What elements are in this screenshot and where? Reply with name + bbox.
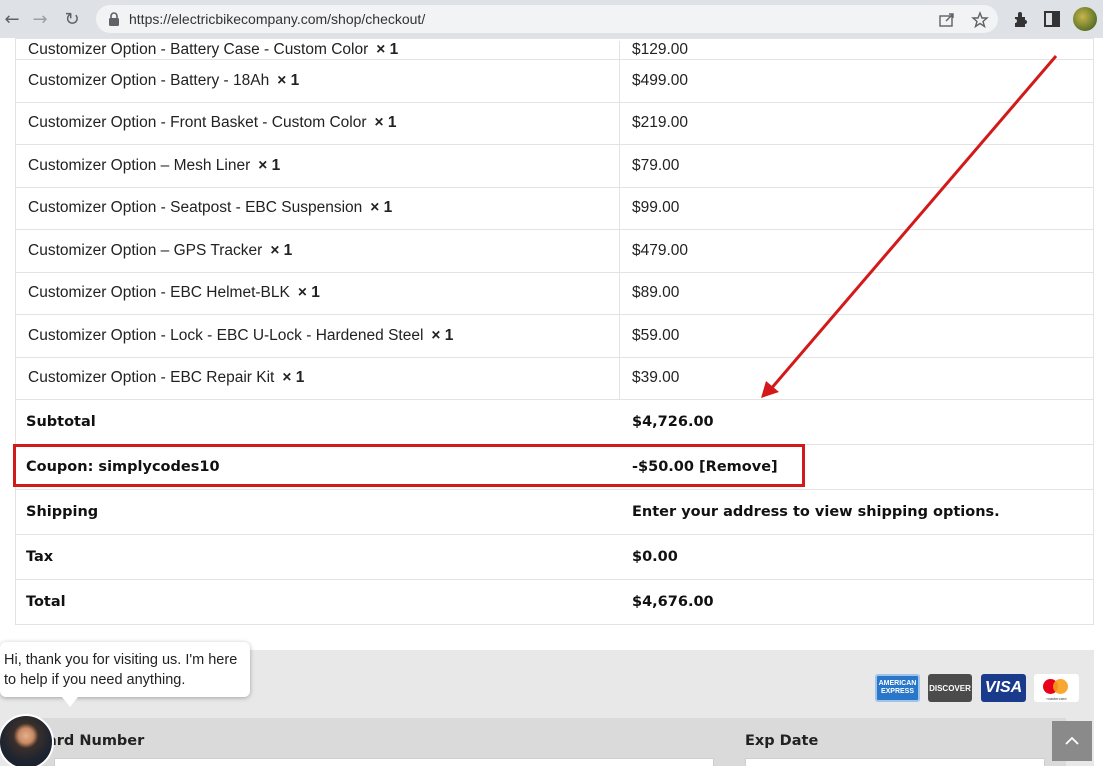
exp-date-input[interactable] — [745, 758, 1045, 766]
mastercard-card-icon: mastercard — [1034, 674, 1079, 702]
table-row: Customizer Option – GPS Tracker × 1 $479.… — [16, 229, 1093, 272]
chevron-up-icon — [1065, 736, 1079, 745]
table-row: Customizer Option - Lock - EBC U-Lock - … — [16, 314, 1093, 357]
item-qty: × 1 — [270, 241, 293, 259]
tax-value: $0.00 — [632, 549, 678, 565]
exp-date-label: Exp Date — [745, 733, 819, 749]
item-price: $79.00 — [632, 156, 680, 174]
total-value: $4,676.00 — [632, 594, 714, 610]
item-qty: × 1 — [376, 41, 399, 58]
item-qty: × 1 — [277, 71, 300, 89]
item-qty: × 1 — [282, 369, 305, 387]
table-row: Customizer Option - Battery - 18Ah × 1 $4… — [16, 59, 1093, 102]
card-number-input[interactable] — [54, 758, 714, 766]
coupon-highlight-box — [13, 444, 805, 487]
subtotal-row: Subtotal $4,726.00 — [16, 399, 1093, 444]
table-row: Customizer Option - EBC Repair Kit × 1 $3… — [16, 356, 1093, 399]
item-name: Customizer Option – GPS Tracker — [28, 241, 263, 259]
subtotal-label: Subtotal — [26, 414, 96, 430]
forward-icon[interactable]: → — [28, 7, 52, 31]
reload-icon[interactable]: ↻ — [60, 7, 84, 31]
chat-bubble[interactable]: Hi, thank you for visiting us. I'm here … — [0, 642, 250, 697]
total-row: Total $4,676.00 — [16, 579, 1093, 624]
total-label: Total — [26, 594, 66, 610]
lock-icon — [109, 12, 119, 26]
item-price: $99.00 — [632, 199, 680, 217]
item-price: $499.00 — [632, 71, 689, 89]
item-price: $59.00 — [632, 326, 680, 344]
item-price: $89.00 — [632, 284, 680, 302]
tax-label: Tax — [26, 549, 54, 565]
item-price: $129.00 — [632, 41, 689, 58]
item-name: Customizer Option - Battery - 18Ah — [28, 71, 270, 89]
item-qty: × 1 — [370, 199, 393, 217]
address-bar[interactable]: https://electricbikecompany.com/shop/che… — [96, 5, 998, 33]
chat-message: Hi, thank you for visiting us. I'm here … — [4, 652, 238, 688]
item-name: Customizer Option - EBC Helmet-BLK — [28, 284, 290, 302]
scroll-to-top-button[interactable] — [1052, 721, 1092, 761]
item-name: Customizer Option - Seatpost - EBC Suspe… — [28, 199, 363, 217]
order-summary-table: Customizer Option - Battery Case - Custo… — [15, 38, 1094, 625]
card-number-label: ard Number — [47, 733, 145, 749]
shipping-row: Shipping Enter your address to view ship… — [16, 489, 1093, 534]
table-row: Customizer Option - Front Basket - Custo… — [16, 101, 1093, 144]
bookmark-star-icon[interactable] — [971, 11, 989, 29]
amex-card-icon: AMERICAN EXPRESS — [875, 674, 920, 702]
item-price: $479.00 — [632, 241, 689, 259]
chat-agent-avatar[interactable] — [0, 714, 54, 766]
discover-card-icon: DISCOVER — [928, 674, 972, 702]
item-qty: × 1 — [374, 114, 397, 132]
back-icon[interactable]: ← — [0, 7, 24, 31]
tax-row: Tax $0.00 — [16, 534, 1093, 579]
browser-toolbar: ← → ↻ https://electricbikecompany.com/sh… — [0, 0, 1103, 38]
item-name: Customizer Option - Battery Case - Custo… — [28, 41, 369, 58]
item-name: Customizer Option - Front Basket - Custo… — [28, 114, 367, 132]
item-name: Customizer Option - EBC Repair Kit — [28, 369, 275, 387]
table-row: Customizer Option - Battery Case - Custo… — [16, 38, 1093, 59]
item-name: Customizer Option – Mesh Liner — [28, 156, 251, 174]
shipping-value: Enter your address to view shipping opti… — [632, 504, 1000, 520]
subtotal-value: $4,726.00 — [632, 414, 714, 430]
shipping-label: Shipping — [26, 504, 99, 520]
item-qty: × 1 — [258, 156, 281, 174]
item-qty: × 1 — [431, 326, 454, 344]
side-panel-icon[interactable] — [1041, 8, 1063, 30]
table-row: Customizer Option – Mesh Liner × 1 $79.00 — [16, 144, 1093, 187]
share-icon[interactable] — [938, 11, 956, 29]
profile-avatar[interactable] — [1073, 7, 1097, 31]
item-price: $39.00 — [632, 369, 680, 387]
table-row: Customizer Option - EBC Helmet-BLK × 1 $8… — [16, 271, 1093, 314]
item-price: $219.00 — [632, 114, 689, 132]
table-row: Customizer Option - Seatpost - EBC Suspe… — [16, 186, 1093, 229]
visa-card-icon: VISA — [981, 674, 1026, 702]
item-name: Customizer Option - Lock - EBC U-Lock - … — [28, 326, 424, 344]
extensions-icon[interactable] — [1010, 8, 1032, 30]
chat-bubble-tail — [62, 697, 78, 707]
url-text: https://electricbikecompany.com/shop/che… — [129, 11, 426, 27]
item-qty: × 1 — [297, 284, 320, 302]
